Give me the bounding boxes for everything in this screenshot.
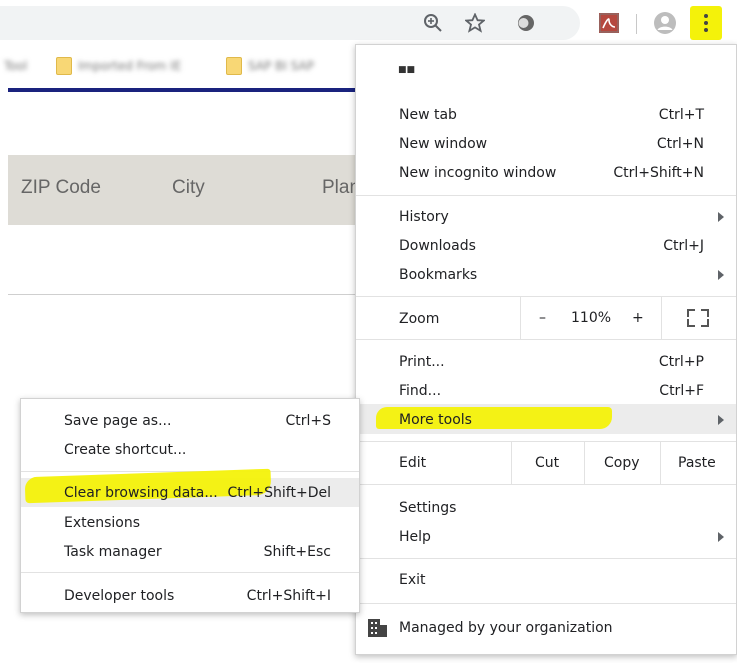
menu-divider (356, 603, 736, 604)
star-icon[interactable] (462, 10, 488, 36)
fullscreen-icon[interactable] (687, 309, 709, 327)
chevron-right-icon (718, 211, 724, 222)
submenu-item-developer-tools[interactable]: Developer tools Ctrl+Shift+I (21, 581, 359, 610)
menu-item-edit: Edit (399, 455, 427, 471)
edit-separator (660, 442, 661, 484)
paste-button[interactable]: Paste (678, 455, 716, 471)
submenu-item-save-page[interactable]: Save page as... Ctrl+S (21, 406, 359, 435)
zoom-separator (661, 297, 662, 339)
bookmark-folder[interactable]: Imported From IE (56, 57, 181, 75)
menu-item-settings[interactable]: Settings (356, 493, 736, 522)
bookmark-blurred[interactable]: Tool (4, 58, 27, 74)
divider (8, 294, 358, 295)
menu-item-more-tools[interactable]: More tools (356, 405, 736, 434)
menu-item-managed[interactable]: Managed by your organization (356, 613, 736, 642)
submenu-item-clear-browsing-data[interactable]: Clear browsing data... Ctrl+Shift+Del (21, 478, 359, 507)
pdf-icon[interactable] (596, 10, 622, 36)
menu-item-help[interactable]: Help (356, 522, 736, 551)
menu-item-bookmarks[interactable]: Bookmarks (356, 260, 736, 289)
menu-item-new-incognito[interactable]: New incognito window Ctrl+Shift+N (356, 158, 736, 187)
menu-item-print[interactable]: Print... Ctrl+P (356, 347, 736, 376)
menu-item-downloads[interactable]: Downloads Ctrl+J (356, 231, 736, 260)
submenu-item-extensions[interactable]: Extensions (21, 508, 359, 537)
zoom-level: 110% (571, 310, 612, 326)
menu-divider (356, 339, 736, 340)
folder-icon (56, 57, 72, 75)
menu-divider (356, 558, 736, 559)
cut-button[interactable]: Cut (535, 455, 559, 471)
chevron-right-icon (718, 414, 724, 425)
menu-divider (356, 195, 736, 196)
menu-item-find[interactable]: Find... Ctrl+F (356, 376, 736, 405)
avatar-icon[interactable] (652, 10, 678, 36)
extension-icon[interactable] (513, 10, 539, 36)
table-header: ZIP Code City Plan (8, 155, 360, 225)
zoom-out-button[interactable]: – (539, 310, 546, 326)
menu-divider (21, 572, 359, 573)
menu-item-zoom: Zoom (399, 310, 440, 327)
browser-toolbar (0, 0, 737, 46)
submenu-item-create-shortcut[interactable]: Create shortcut... (21, 435, 359, 464)
menu-item-exit[interactable]: Exit (356, 565, 736, 594)
menu-item-new-tab[interactable]: New tab Ctrl+T (356, 100, 736, 129)
toolbar-separator (636, 14, 637, 34)
bookmark-folder[interactable]: SAP BI SAP (226, 57, 314, 75)
column-header-zip: ZIP Code (21, 177, 101, 198)
chevron-right-icon (718, 269, 724, 280)
edit-separator (584, 442, 585, 484)
menu-item-new-window[interactable]: New window Ctrl+N (356, 129, 736, 158)
address-bar[interactable] (0, 6, 580, 40)
menu-divider (356, 441, 736, 442)
menu-divider (356, 296, 736, 297)
menu-divider (356, 484, 736, 485)
menu-item-history[interactable]: History (356, 202, 736, 231)
browser-main-menu: ■■ New tab Ctrl+T New window Ctrl+N New … (355, 44, 737, 655)
copy-button[interactable]: Copy (604, 455, 640, 471)
profile-icon: ■■ (398, 65, 416, 75)
chevron-right-icon (718, 531, 724, 542)
submenu-item-task-manager[interactable]: Task manager Shift+Esc (21, 537, 359, 566)
zoom-separator (520, 297, 521, 339)
more-tools-submenu: Save page as... Ctrl+S Create shortcut..… (20, 398, 360, 613)
edit-separator (511, 442, 512, 484)
zoom-in-button[interactable]: + (632, 310, 644, 326)
folder-icon (226, 57, 242, 75)
column-header-city: City (172, 177, 205, 198)
zoom-icon[interactable] (420, 10, 446, 36)
page-accent-line (8, 88, 358, 92)
kebab-menu-icon[interactable] (690, 6, 722, 40)
